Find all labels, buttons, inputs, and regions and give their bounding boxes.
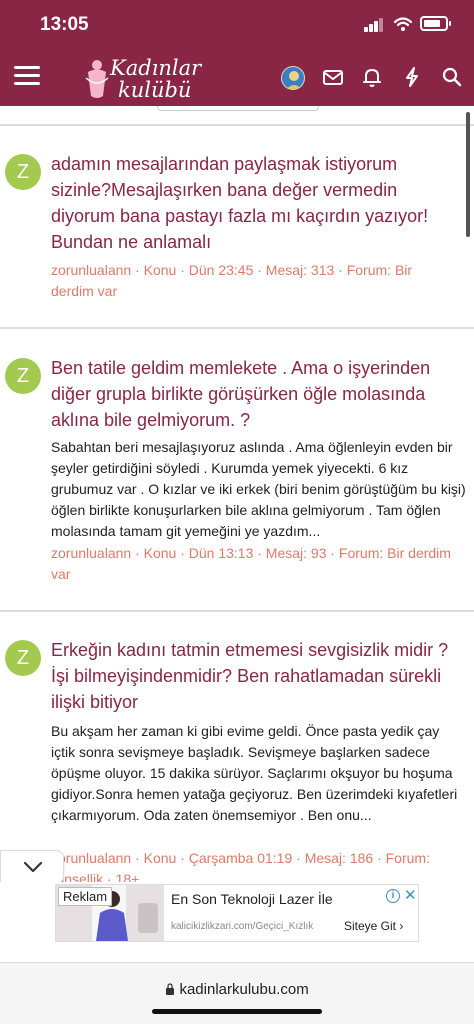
ad-url[interactable]: kalicikizlikzari.com/Geçici_Kızlık xyxy=(171,921,336,932)
pagination-stub xyxy=(157,106,319,111)
mail-icon[interactable] xyxy=(322,66,344,88)
scrollbar[interactable] xyxy=(466,112,470,237)
user-avatar[interactable]: Z xyxy=(5,358,41,394)
user-avatar[interactable]: Z xyxy=(5,640,41,676)
browser-url-bar[interactable]: kadinlarkulubu.com xyxy=(0,962,474,1024)
status-bar: 13:05 xyxy=(0,0,474,50)
ad-visit-button[interactable]: Siteye Git › xyxy=(344,919,403,933)
thread-snippet: Sabahtan beri mesajlaşıyoruz aslında . A… xyxy=(51,439,466,539)
signal-icon xyxy=(364,18,384,32)
collapse-ad-button[interactable] xyxy=(0,850,64,884)
thread-title[interactable]: Ben tatile geldim memlekete . Ama o işye… xyxy=(51,355,461,433)
avatar[interactable] xyxy=(281,66,305,90)
ad-info-icon[interactable]: i xyxy=(386,889,400,903)
ad-zone: Reklam En Son Teknoloji Lazer İle kalici… xyxy=(0,882,474,962)
logo-figure-icon xyxy=(85,60,109,98)
thread-title[interactable]: adamın mesajlarından paylaşmak istiyorum… xyxy=(51,151,461,255)
ad-close-icon[interactable]: ✕ xyxy=(404,886,417,904)
wifi-icon xyxy=(394,17,412,31)
user-avatar[interactable]: Z xyxy=(5,154,41,190)
bolt-icon[interactable] xyxy=(401,66,423,88)
home-indicator[interactable] xyxy=(152,1009,322,1014)
status-time: 13:05 xyxy=(40,14,89,35)
ad-visit-label: Siteye Git xyxy=(344,919,397,933)
thread-meta[interactable]: zorunlualann · Konu · Dün 13:13 · Mesaj:… xyxy=(51,543,451,585)
thread-meta[interactable]: zorunlualann · Konu · Dün 23:45 · Mesaj:… xyxy=(51,260,451,302)
thread-title[interactable]: Erkeğin kadını tatmin etmemesi sevgisizl… xyxy=(51,637,461,715)
ad-banner[interactable]: Reklam En Son Teknoloji Lazer İle kalici… xyxy=(55,884,419,942)
thread-snippet: Bu akşam her zaman ki gibi evime geldi. … xyxy=(51,723,458,823)
divider xyxy=(0,124,474,126)
site-logo[interactable]: Kadınlar kulübü xyxy=(82,54,202,102)
bell-icon[interactable] xyxy=(361,66,383,88)
site-header: Kadınlar kulübü xyxy=(0,50,474,106)
lock-icon xyxy=(166,983,175,995)
battery-icon xyxy=(420,16,451,31)
logo-text-line2: kulübü xyxy=(118,78,192,102)
browser-url-text: kadinlarkulubu.com xyxy=(179,981,309,998)
divider xyxy=(0,610,474,612)
ad-label: Reklam xyxy=(58,887,113,906)
ad-image[interactable]: Reklam xyxy=(56,885,164,941)
search-icon[interactable] xyxy=(441,66,463,88)
divider xyxy=(0,327,474,329)
menu-icon[interactable] xyxy=(14,64,40,86)
browser-url[interactable]: kadinlarkulubu.com xyxy=(0,981,474,998)
chevron-down-icon xyxy=(23,861,43,873)
ad-headline[interactable]: En Son Teknoloji Lazer İle xyxy=(171,891,333,907)
logo-text-line1: Kadınlar xyxy=(110,56,202,80)
